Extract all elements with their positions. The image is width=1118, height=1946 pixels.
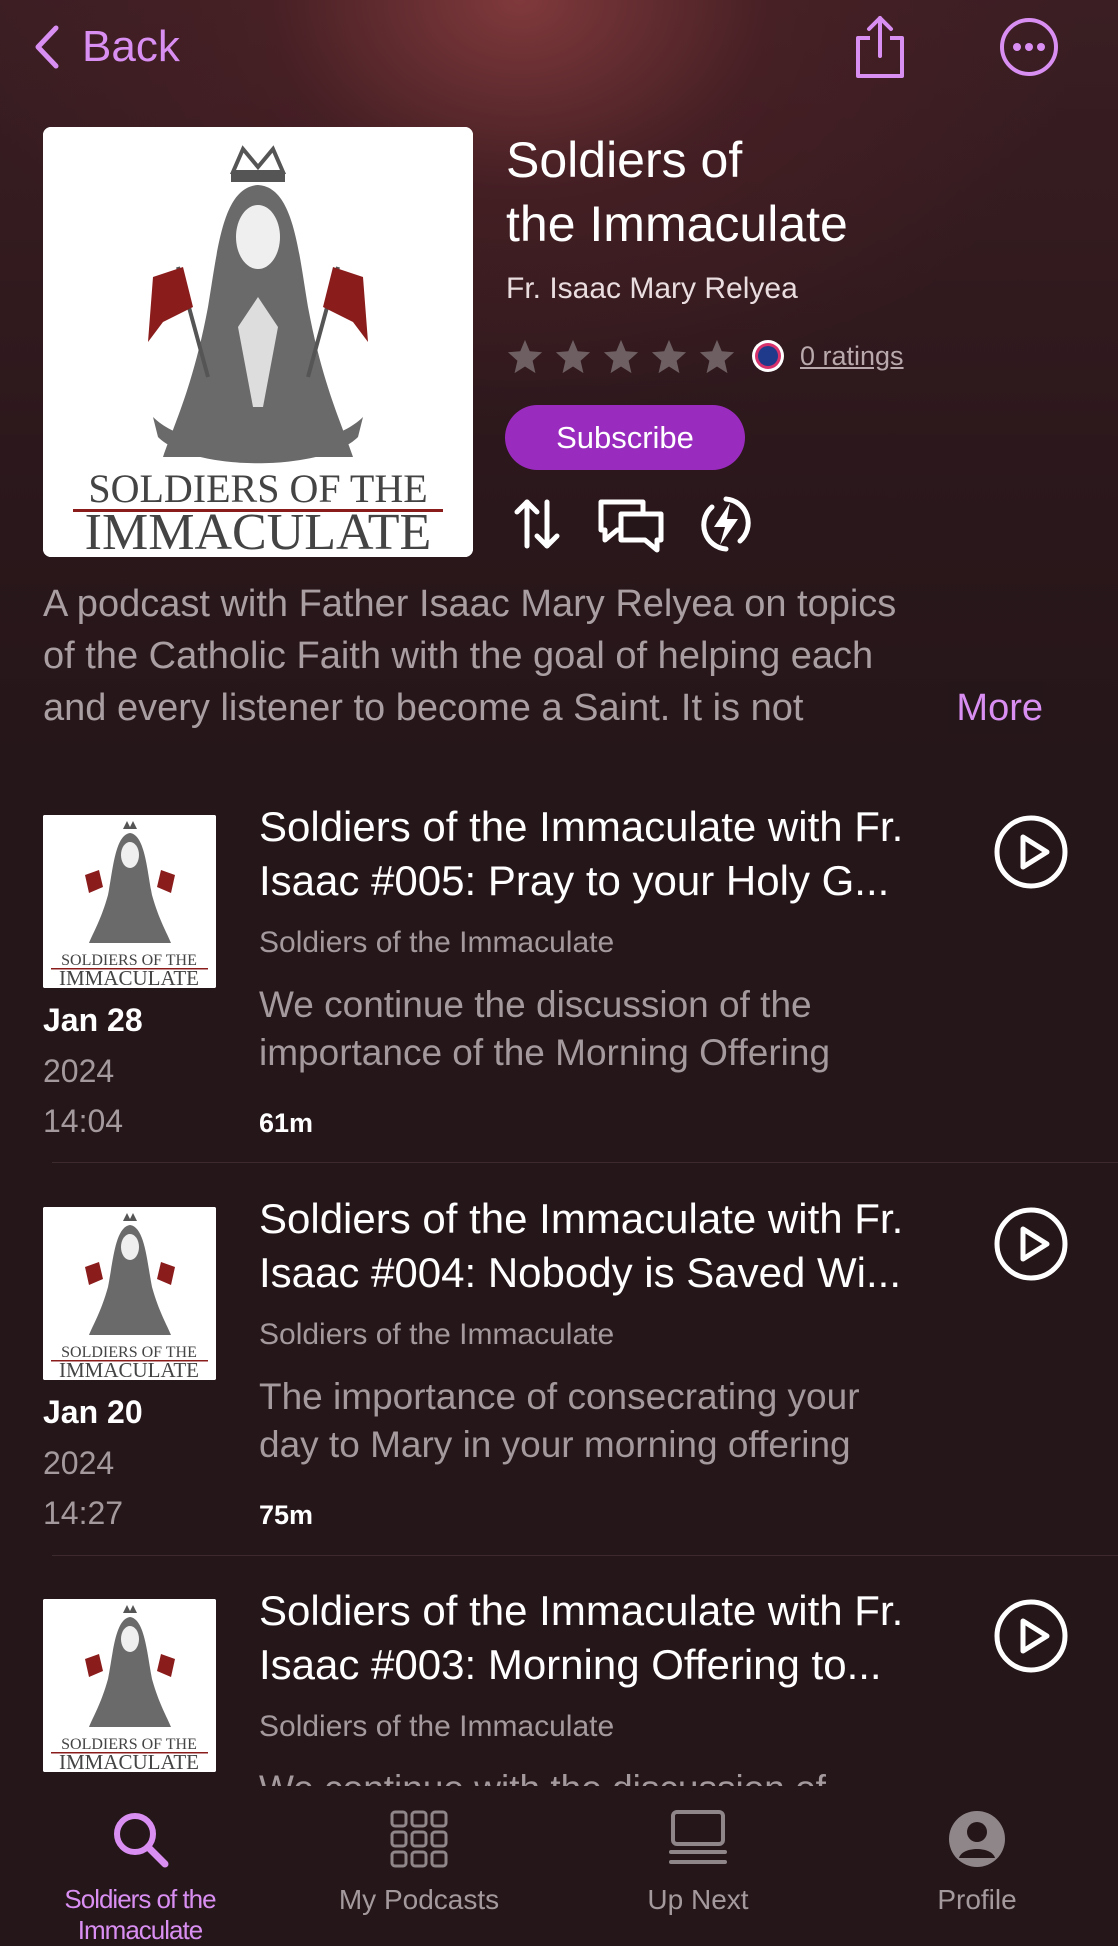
search-icon [114,1813,169,1868]
episode-title: Soldiers of the Immaculate with Fr. Isaa… [259,1587,904,1688]
episode-description: The importance of consecrating your day … [259,1376,860,1465]
star-icon [603,339,639,374]
tab-label: Profile [937,1884,1017,1915]
episode-year: 2024 [43,1445,115,1481]
sort-icon[interactable] [513,496,561,552]
divider [52,1162,1118,1163]
episode-title: Soldiers of the Immaculate with Fr. Isaa… [259,1195,904,1296]
subscribe-button[interactable]: Subscribe [505,405,745,470]
svg-text:IMMACULATE: IMMACULATE [59,1750,199,1772]
episode-date: Jan 28 [43,1002,143,1038]
episode-show-name: Soldiers of the Immaculate [259,926,615,959]
boost-icon[interactable] [698,495,754,553]
tab-label: My Podcasts [338,1884,500,1915]
svg-text:IMMACULATE: IMMACULATE [59,1358,199,1380]
episode-show-name: Soldiers of the Immaculate [259,1710,615,1743]
episode-time: 14:04 [43,1103,124,1139]
podcast-author: Fr. Isaac Mary Relyea [506,272,798,305]
tab-label: Up Next [647,1884,749,1915]
back-button[interactable]: Back [30,18,180,76]
ratings-link[interactable]: 0 ratings [800,341,904,372]
divider [52,1555,1118,1556]
svg-text:IMMACULATE: IMMACULATE [59,966,199,988]
episode-artwork: SOLDIERS OF THE IMMACULATE [43,1207,216,1380]
episode-duration: 75m [259,1500,314,1530]
rating-service-icon [752,340,784,372]
play-icon[interactable] [993,1598,1069,1674]
rating-row: 0 ratings [506,337,904,375]
podcast-description: A podcast with Father Isaac Mary Relyea … [43,578,1063,734]
episode-date: Jan 20 [43,1394,143,1430]
grid-icon [390,1810,448,1868]
star-icon [555,339,591,374]
tab-up-next[interactable]: Up Next [558,1786,838,1920]
episode-duration: 61m [259,1108,314,1138]
episode-description: We continue the discussion of the import… [259,984,831,1073]
play-icon[interactable] [993,814,1069,890]
episode-title: Soldiers of the Immaculate with Fr. Isaa… [259,803,904,904]
episode-time: 14:27 [43,1495,124,1531]
queue-icon [669,1810,727,1864]
share-icon[interactable] [850,14,910,80]
star-icon [699,339,735,374]
star-icon [507,339,543,374]
episode-artwork: SOLDIERS OF THE IMMACULATE [43,815,216,988]
profile-icon [949,1811,1005,1867]
more-link[interactable]: More [948,682,1043,734]
podcast-artwork: SOLDIERS OF THE IMMACULATE [43,127,473,557]
episode-show-name: Soldiers of the Immaculate [259,1318,615,1351]
star-icon [651,339,687,374]
tab-profile[interactable]: Profile [837,1786,1117,1920]
chevron-left-icon [35,25,59,69]
episode-artwork: SOLDIERS OF THE IMMACULATE [43,1599,216,1772]
tab-bar: Soldiers of the Immaculate My Podcasts U… [0,1786,1118,1945]
comments-icon[interactable] [595,496,667,554]
tab-label: Soldiers of the Immaculate [64,1884,216,1945]
episode-year: 2024 [43,1053,115,1089]
tab-search[interactable]: Soldiers of the Immaculate [0,1786,280,1945]
back-label: Back [82,22,180,71]
svg-text:IMMACULATE: IMMACULATE [85,504,432,557]
tab-my-podcasts[interactable]: My Podcasts [279,1786,559,1920]
podcast-title: Soldiers of the Immaculate [506,132,848,252]
more-options-icon[interactable] [998,16,1060,78]
play-icon[interactable] [993,1206,1069,1282]
